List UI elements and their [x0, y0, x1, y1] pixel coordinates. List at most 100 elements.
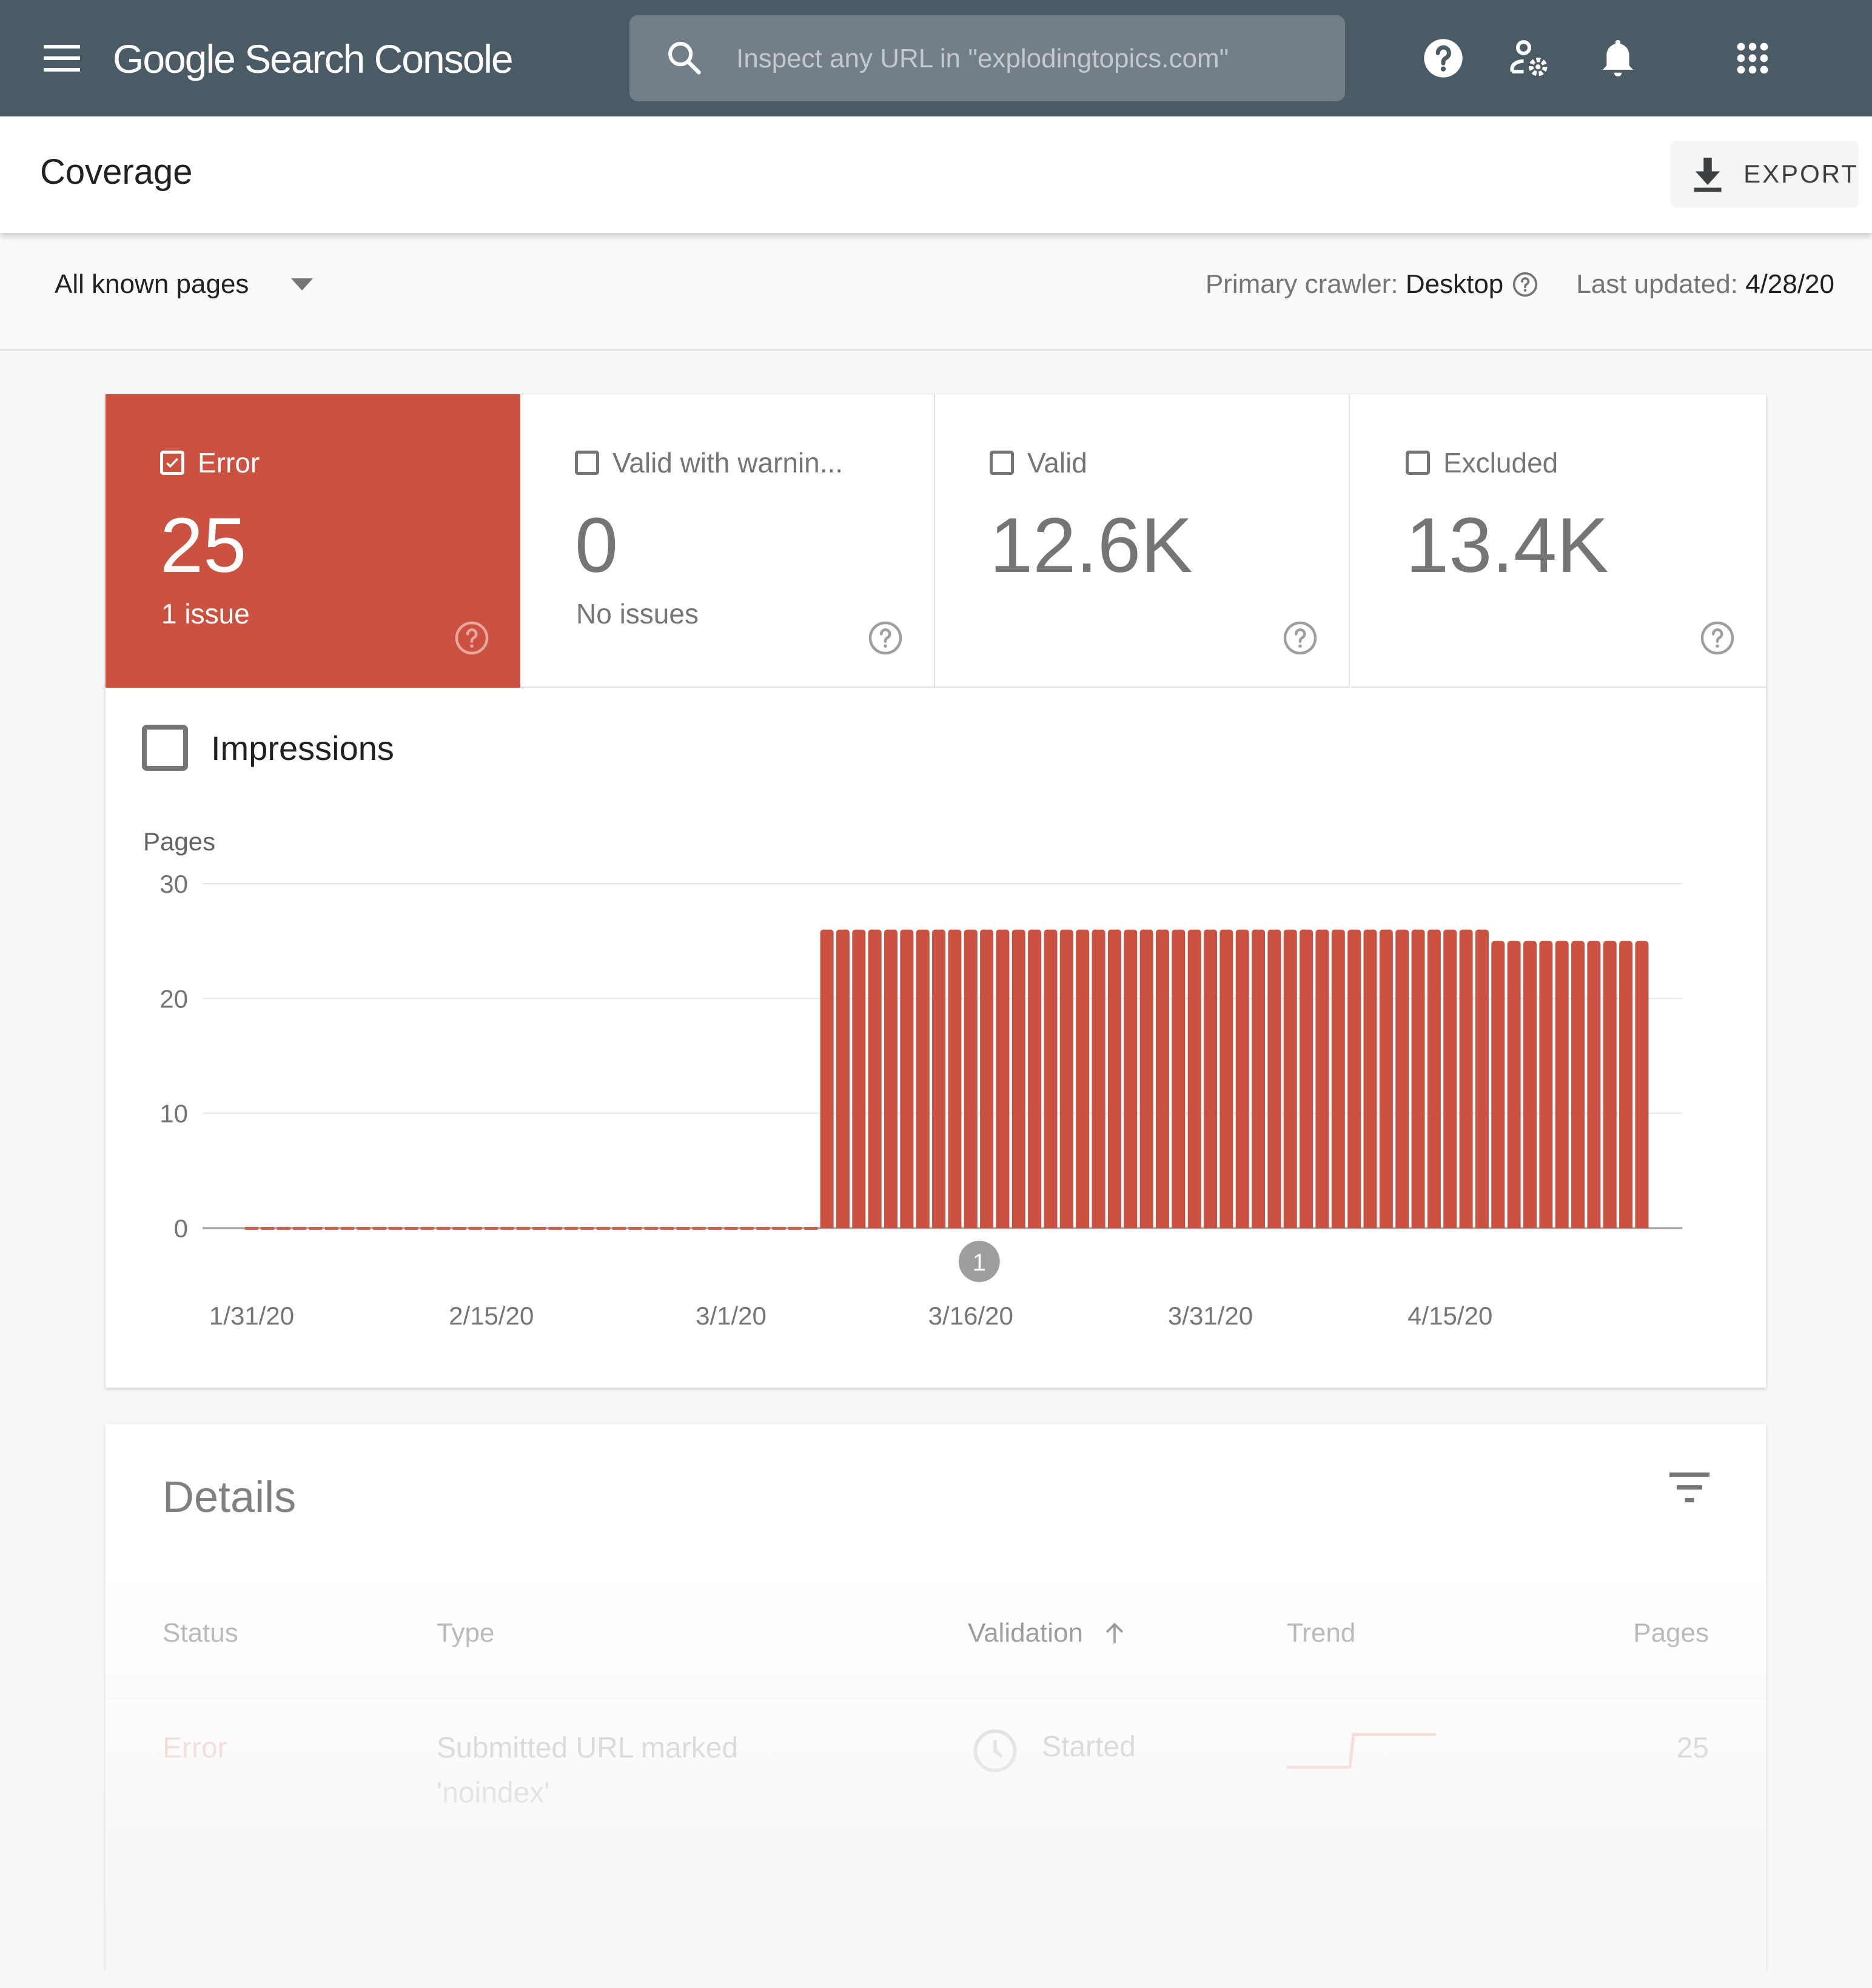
crawler-info: Primary crawler: Desktop Last updated: 4… [1206, 269, 1834, 300]
bar [1187, 929, 1201, 1228]
pages-dropdown-value: All known pages [55, 269, 249, 299]
bar [1331, 929, 1345, 1228]
bar-zero [500, 1227, 514, 1230]
x-tick-label: 4/15/20 [1407, 1301, 1492, 1330]
column-header-trend[interactable]: Trend [1287, 1618, 1355, 1648]
column-header-validation[interactable]: Validation [968, 1618, 1128, 1648]
bar [1219, 929, 1233, 1228]
bar-zero [708, 1227, 722, 1230]
bar [868, 929, 882, 1228]
bar [1092, 929, 1105, 1228]
search-icon [668, 42, 701, 75]
y-tick-label: 0 [174, 1214, 188, 1243]
bar-zero [372, 1227, 386, 1230]
bar [1635, 941, 1649, 1228]
bar [1044, 929, 1058, 1228]
bar [1411, 929, 1425, 1228]
bar-zero [245, 1227, 258, 1230]
bar [1347, 929, 1361, 1228]
bar [1172, 929, 1186, 1228]
bar [820, 929, 834, 1228]
bar-zero [548, 1227, 562, 1230]
bar [1283, 929, 1297, 1228]
header-divider [106, 1698, 1766, 1699]
export-label: EXPORT [1743, 160, 1859, 188]
y-tick-label: 10 [159, 1100, 188, 1128]
bar-zero [788, 1227, 802, 1230]
details-title: Details [163, 1473, 297, 1522]
last-updated-value: 4/28/20 [1745, 269, 1834, 299]
bar [1587, 941, 1601, 1228]
bar [932, 929, 946, 1228]
bar [1555, 941, 1569, 1228]
notifications-bell-icon[interactable] [1595, 35, 1641, 81]
apps-grid-icon[interactable] [1729, 35, 1776, 81]
bar [1107, 929, 1121, 1228]
help-outline-icon[interactable] [1512, 271, 1538, 298]
top-app-bar: Google Search Console [0, 0, 1872, 116]
x-tick-label: 1/31/20 [209, 1301, 294, 1330]
filter-row: All known pages Primary crawler: Desktop… [0, 233, 1872, 351]
bar [1124, 929, 1138, 1228]
bar-zero [324, 1227, 338, 1230]
row-type: Submitted URL marked 'noindex' [437, 1732, 739, 1809]
bar-zero [565, 1227, 578, 1230]
column-header-validation-label: Validation [968, 1618, 1083, 1648]
bar [836, 929, 850, 1228]
bar [1267, 929, 1281, 1228]
bar-zero [293, 1227, 307, 1230]
bar-zero [612, 1227, 626, 1230]
help-icon[interactable] [1420, 35, 1466, 81]
export-button[interactable]: EXPORT [1671, 141, 1859, 207]
bar-zero [724, 1227, 738, 1230]
bar [1523, 941, 1537, 1228]
bar [948, 929, 962, 1228]
filter-list-icon[interactable] [1668, 1469, 1711, 1505]
bar [996, 929, 1010, 1228]
menu-icon[interactable] [44, 45, 80, 72]
column-header-status[interactable]: Status [163, 1618, 238, 1648]
bar-zero [660, 1227, 674, 1230]
clock-icon [973, 1729, 1017, 1773]
coverage-summary-card: Error 25 1 issue Valid with warnin... 0 … [106, 394, 1766, 1388]
crawler-label: Primary crawler: [1205, 269, 1398, 299]
y-tick-label: 20 [159, 984, 188, 1013]
bar [1571, 941, 1585, 1228]
y-axis-title: Pages [143, 827, 215, 856]
page-title: Coverage [40, 152, 193, 192]
trend-sparkline [1287, 1733, 1436, 1769]
chevron-down-icon [291, 278, 314, 290]
bar [1139, 929, 1153, 1228]
bar-zero [452, 1227, 466, 1230]
bar-zero [516, 1227, 530, 1230]
last-updated-label: Last updated: [1576, 269, 1738, 299]
bar [1204, 929, 1217, 1228]
bar [964, 929, 978, 1228]
x-tick-label: 3/31/20 [1168, 1301, 1253, 1330]
sort-ascending-icon [1105, 1622, 1124, 1644]
pages-dropdown[interactable]: All known pages [55, 269, 314, 300]
url-inspection-search[interactable] [629, 15, 1345, 102]
manage-users-icon[interactable] [1506, 35, 1552, 81]
annotation-label: 1 [973, 1249, 986, 1276]
bar [1539, 941, 1553, 1228]
column-header-type[interactable]: Type [437, 1618, 494, 1648]
column-header-pages[interactable]: Pages [1633, 1618, 1709, 1648]
bar [1059, 929, 1073, 1228]
bar-zero [309, 1227, 323, 1230]
page-header: Coverage EXPORT [0, 116, 1872, 233]
bar [1443, 929, 1457, 1228]
bar-zero [644, 1227, 658, 1230]
fade-overlay [106, 1563, 1766, 1988]
bar-zero [580, 1227, 594, 1230]
bar-zero [692, 1227, 706, 1230]
bar-zero [468, 1227, 482, 1230]
url-inspection-input[interactable] [735, 15, 1320, 102]
bar-zero [341, 1227, 355, 1230]
bar [1235, 929, 1249, 1228]
bar-zero [277, 1227, 290, 1230]
bar [1028, 929, 1042, 1228]
app-logo[interactable]: Google Search Console [113, 32, 514, 86]
bar [1475, 929, 1489, 1228]
bar-zero [357, 1227, 371, 1230]
